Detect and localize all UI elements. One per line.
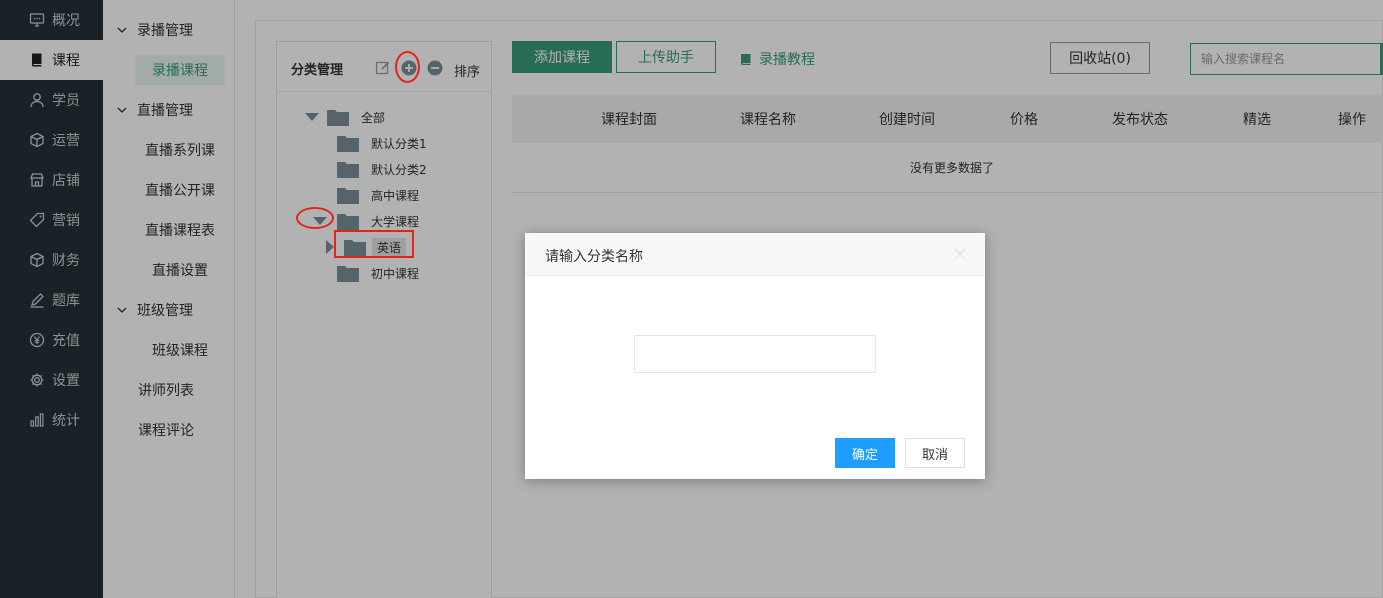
cancel-button[interactable]: 取消	[905, 438, 965, 468]
annotation-circle-add	[395, 51, 420, 83]
confirm-button[interactable]: 确定	[835, 438, 895, 468]
category-name-input[interactable]	[634, 335, 876, 373]
category-name-dialog: 请输入分类名称 确定 取消	[525, 233, 985, 479]
annotation-circle-expand	[296, 207, 334, 229]
dialog-header: 请输入分类名称	[525, 233, 985, 276]
annotation-rect-english	[334, 230, 414, 258]
close-icon[interactable]	[953, 247, 967, 261]
dialog-title: 请输入分类名称	[545, 249, 643, 265]
